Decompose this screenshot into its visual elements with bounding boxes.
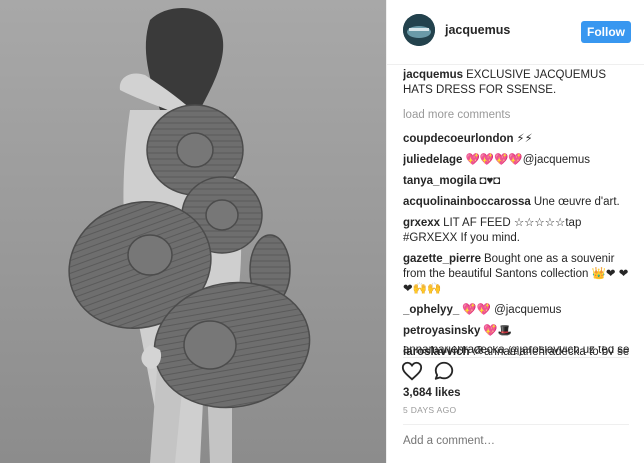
comment-text: ⚡⚡ xyxy=(516,133,533,145)
comment-username[interactable]: tanya_mogila xyxy=(403,175,477,187)
comment-username[interactable]: petroyasinsky xyxy=(403,325,480,337)
comment-item: tanya_mogila ◘♥◘ xyxy=(403,174,635,189)
photo-image xyxy=(0,0,386,463)
load-more-comments-link[interactable]: load more comments xyxy=(403,108,635,123)
post-sidebar: jacquemus Follow jacquemus EXCLUSIVE JACQ… xyxy=(386,0,644,463)
add-comment-input[interactable] xyxy=(403,435,629,447)
post-photo[interactable] xyxy=(0,0,386,463)
action-bar xyxy=(401,359,455,383)
comment-username[interactable]: gazette_pierre xyxy=(403,253,481,265)
comment-text: ◘♥◘ xyxy=(479,175,501,187)
likes-count[interactable]: 3,684 likes xyxy=(403,387,461,399)
comment-item: petroyasinsky 💖🎩 xyxy=(403,324,635,339)
comment-item: juliedelage 💖💖💖💖@jacquemus xyxy=(403,153,635,168)
avatar-image xyxy=(403,14,435,46)
comment-item: grxexx LIT AF FEED ☆☆☆☆☆tap #GRXEXX If yo… xyxy=(403,216,635,246)
comment-username[interactable]: _ophelyy_ xyxy=(403,304,459,316)
divider xyxy=(403,424,629,425)
comment-icon[interactable] xyxy=(433,360,455,382)
comment-item: acquolinainboccarossa Une œuvre d'art. xyxy=(403,195,635,210)
heart-icon[interactable] xyxy=(401,360,423,382)
comment-item: gazette_pierre Bought one as a souvenir f… xyxy=(403,252,635,297)
avatar[interactable] xyxy=(403,14,435,46)
comments-list: jacquemus EXCLUSIVE JACQUEMUS HATS DRESS … xyxy=(403,68,635,355)
comment-username[interactable]: coupdecoeurlondon xyxy=(403,133,514,145)
comment-item: _ophelyy_ 💖💖 @jacquemus xyxy=(403,303,635,318)
comment-text: 💖🎩 xyxy=(483,325,512,337)
post-header: jacquemus Follow xyxy=(387,0,644,65)
comment-text: 💖💖💖💖@jacquemus xyxy=(465,154,591,166)
comment-text: 💖💖 @jacquemus xyxy=(462,304,562,316)
caption-username[interactable]: jacquemus xyxy=(403,69,463,81)
caption: jacquemus EXCLUSIVE JACQUEMUS HATS DRESS … xyxy=(403,68,635,98)
instagram-post: jacquemus Follow jacquemus EXCLUSIVE JACQ… xyxy=(0,0,644,463)
comment-item: coupdecoeurlondon ⚡⚡ xyxy=(403,132,635,147)
comment-username[interactable]: juliedelage xyxy=(403,154,462,166)
comment-username[interactable]: grxexx xyxy=(403,217,440,229)
comment-text: Une œuvre d'art. xyxy=(533,196,620,208)
divider xyxy=(403,357,629,358)
comment-username[interactable]: acquolinainboccarossa xyxy=(403,196,531,208)
post-timestamp[interactable]: 5 DAYS AGO xyxy=(403,405,456,415)
header-username[interactable]: jacquemus xyxy=(445,23,510,37)
follow-button[interactable]: Follow xyxy=(581,21,631,43)
